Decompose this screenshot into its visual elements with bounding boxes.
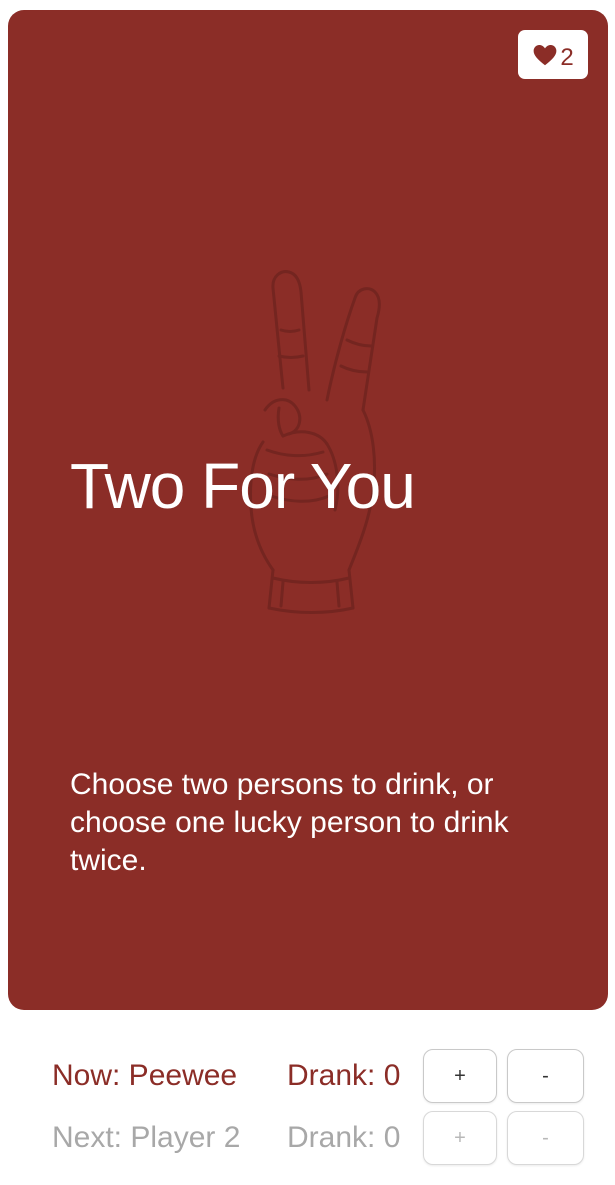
current-player-label: Now: Peewee — [52, 1059, 238, 1092]
likes-badge[interactable]: 2 — [518, 30, 588, 79]
next-player-decrement-button[interactable]: - — [507, 1111, 584, 1165]
likes-count: 2 — [560, 43, 574, 71]
game-card[interactable]: 2 Two For You Choose two persons to drin… — [8, 10, 608, 1010]
next-player-increment-button[interactable]: + — [423, 1111, 497, 1165]
current-player-decrement-button[interactable]: - — [507, 1049, 584, 1103]
card-title: Two For You — [70, 450, 416, 522]
current-player-drank-count: Drank: 0 — [287, 1059, 401, 1092]
current-player-increment-button[interactable]: + — [423, 1049, 497, 1103]
heart-icon — [532, 42, 558, 68]
next-player-label: Next: Player 2 — [52, 1121, 241, 1154]
card-description: Choose two persons to drink, or choose o… — [70, 768, 509, 877]
peace-hand-illustration — [249, 270, 381, 614]
next-player-drank-count: Drank: 0 — [287, 1121, 401, 1154]
current-player-row: Now: Peewee Drank: 0 + - — [0, 1049, 615, 1105]
next-player-row: Next: Player 2 Drank: 0 + - — [0, 1111, 615, 1167]
